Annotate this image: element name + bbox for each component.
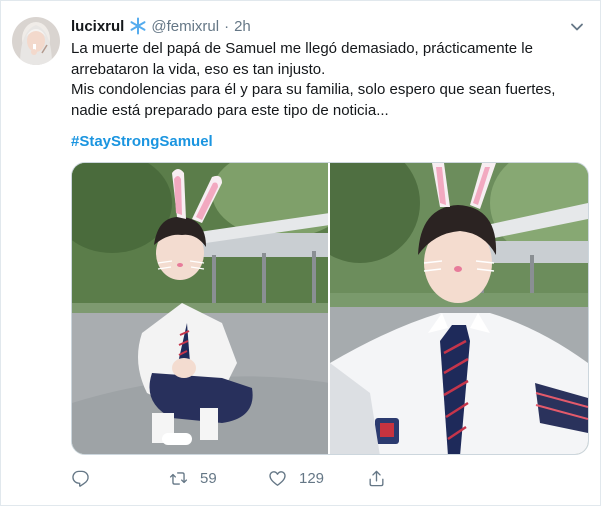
chevron-down-icon[interactable] — [568, 18, 586, 36]
tweet-text-line: La muerte del papá de Samuel me llegó de… — [71, 40, 533, 57]
photo-boy-crouching-bunny-ears[interactable] — [72, 163, 330, 454]
tweet-text-line: Mis condolencias para él y para su famil… — [71, 81, 556, 98]
tweet-text-line: arrebataron la vida, eso es tan injusto. — [71, 60, 326, 78]
user-handle[interactable]: @femixrul — [151, 18, 219, 35]
retweet-icon — [169, 472, 188, 485]
share-icon — [369, 470, 384, 487]
photo-boy-closeup-bunny-ears[interactable] — [330, 163, 588, 454]
reply-icon — [72, 470, 89, 487]
heart-icon — [269, 471, 286, 486]
share-button[interactable] — [367, 469, 398, 488]
tweet-actions: 59 129 — [71, 469, 586, 491]
media-grid — [71, 162, 589, 455]
like-button[interactable]: 129 — [268, 469, 324, 488]
tweet-text-line: nadie está preparado para este tipo de n… — [71, 101, 389, 119]
tweet-text: La muerte del papá de Samuel me llegó de… — [71, 39, 586, 121]
hashtag-link[interactable]: #StayStrongSamuel — [71, 133, 213, 150]
tweet-header: lucixrul @femixrul · 2h — [71, 15, 251, 37]
like-count: 129 — [299, 470, 325, 487]
tweet-card[interactable]: lucixrul @femixrul · 2h La muerte del pa… — [0, 0, 601, 506]
retweet-count: 59 — [200, 470, 217, 487]
separator-dot: · — [224, 17, 230, 35]
retweet-button[interactable]: 59 — [169, 469, 217, 488]
snowflake-emoji-icon — [129, 17, 147, 35]
timestamp[interactable]: 2h — [234, 18, 251, 35]
reply-button[interactable] — [71, 469, 102, 488]
display-name[interactable]: lucixrul — [71, 18, 124, 35]
avatar[interactable] — [12, 17, 60, 65]
